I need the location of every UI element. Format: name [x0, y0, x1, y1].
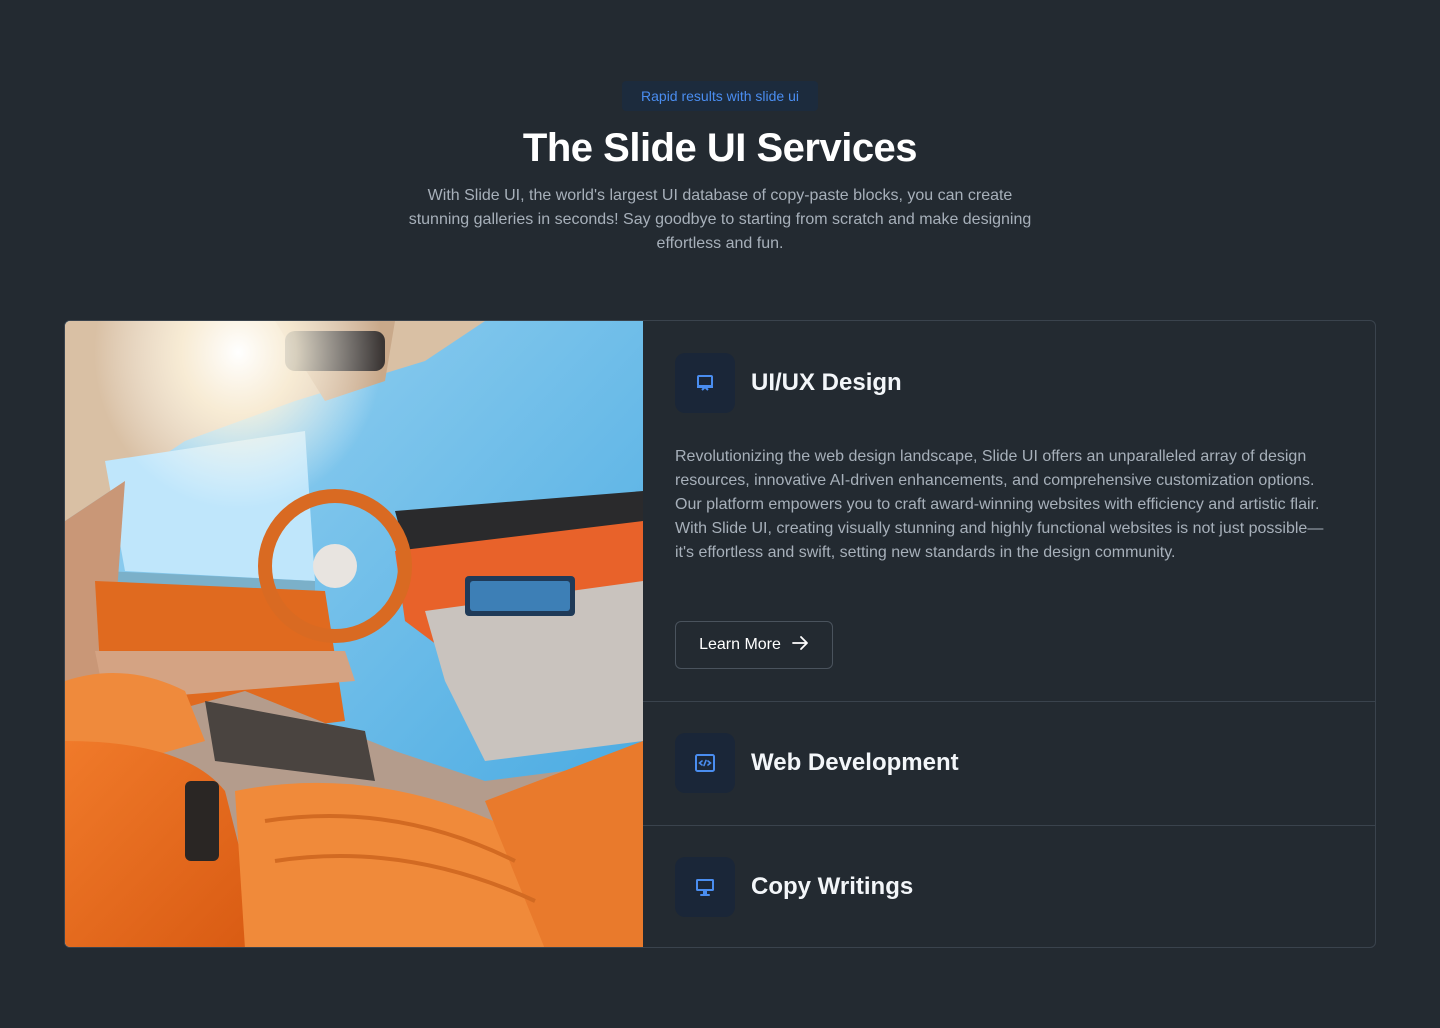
services-panel: UI/UX Design Revolutionizing the web des… [64, 320, 1376, 948]
service-title: Web Development [751, 749, 959, 776]
section-badge: Rapid results with slide ui [622, 81, 818, 111]
service-title: UI/UX Design [751, 369, 902, 396]
service-title: Copy Writings [751, 873, 914, 900]
service-item-web-development[interactable]: Web Development [643, 701, 1375, 825]
service-item-copy-writings[interactable]: Copy Writings [643, 825, 1375, 947]
learn-more-button[interactable]: Learn More [675, 621, 833, 669]
code-window-icon [675, 733, 735, 793]
presentation-icon [675, 353, 735, 413]
services-list: UI/UX Design Revolutionizing the web des… [643, 321, 1375, 947]
learn-more-label: Learn More [699, 636, 781, 653]
car-interior-photo [65, 321, 643, 947]
service-item-uiux[interactable]: UI/UX Design Revolutionizing the web des… [643, 321, 1375, 701]
service-description: Revolutionizing the web design landscape… [675, 448, 1324, 561]
section-subtitle: With Slide UI, the world's largest UI da… [408, 187, 1032, 252]
section-title: The Slide UI Services [522, 126, 918, 170]
arrow-right-icon [791, 634, 809, 657]
monitor-icon [675, 857, 735, 917]
